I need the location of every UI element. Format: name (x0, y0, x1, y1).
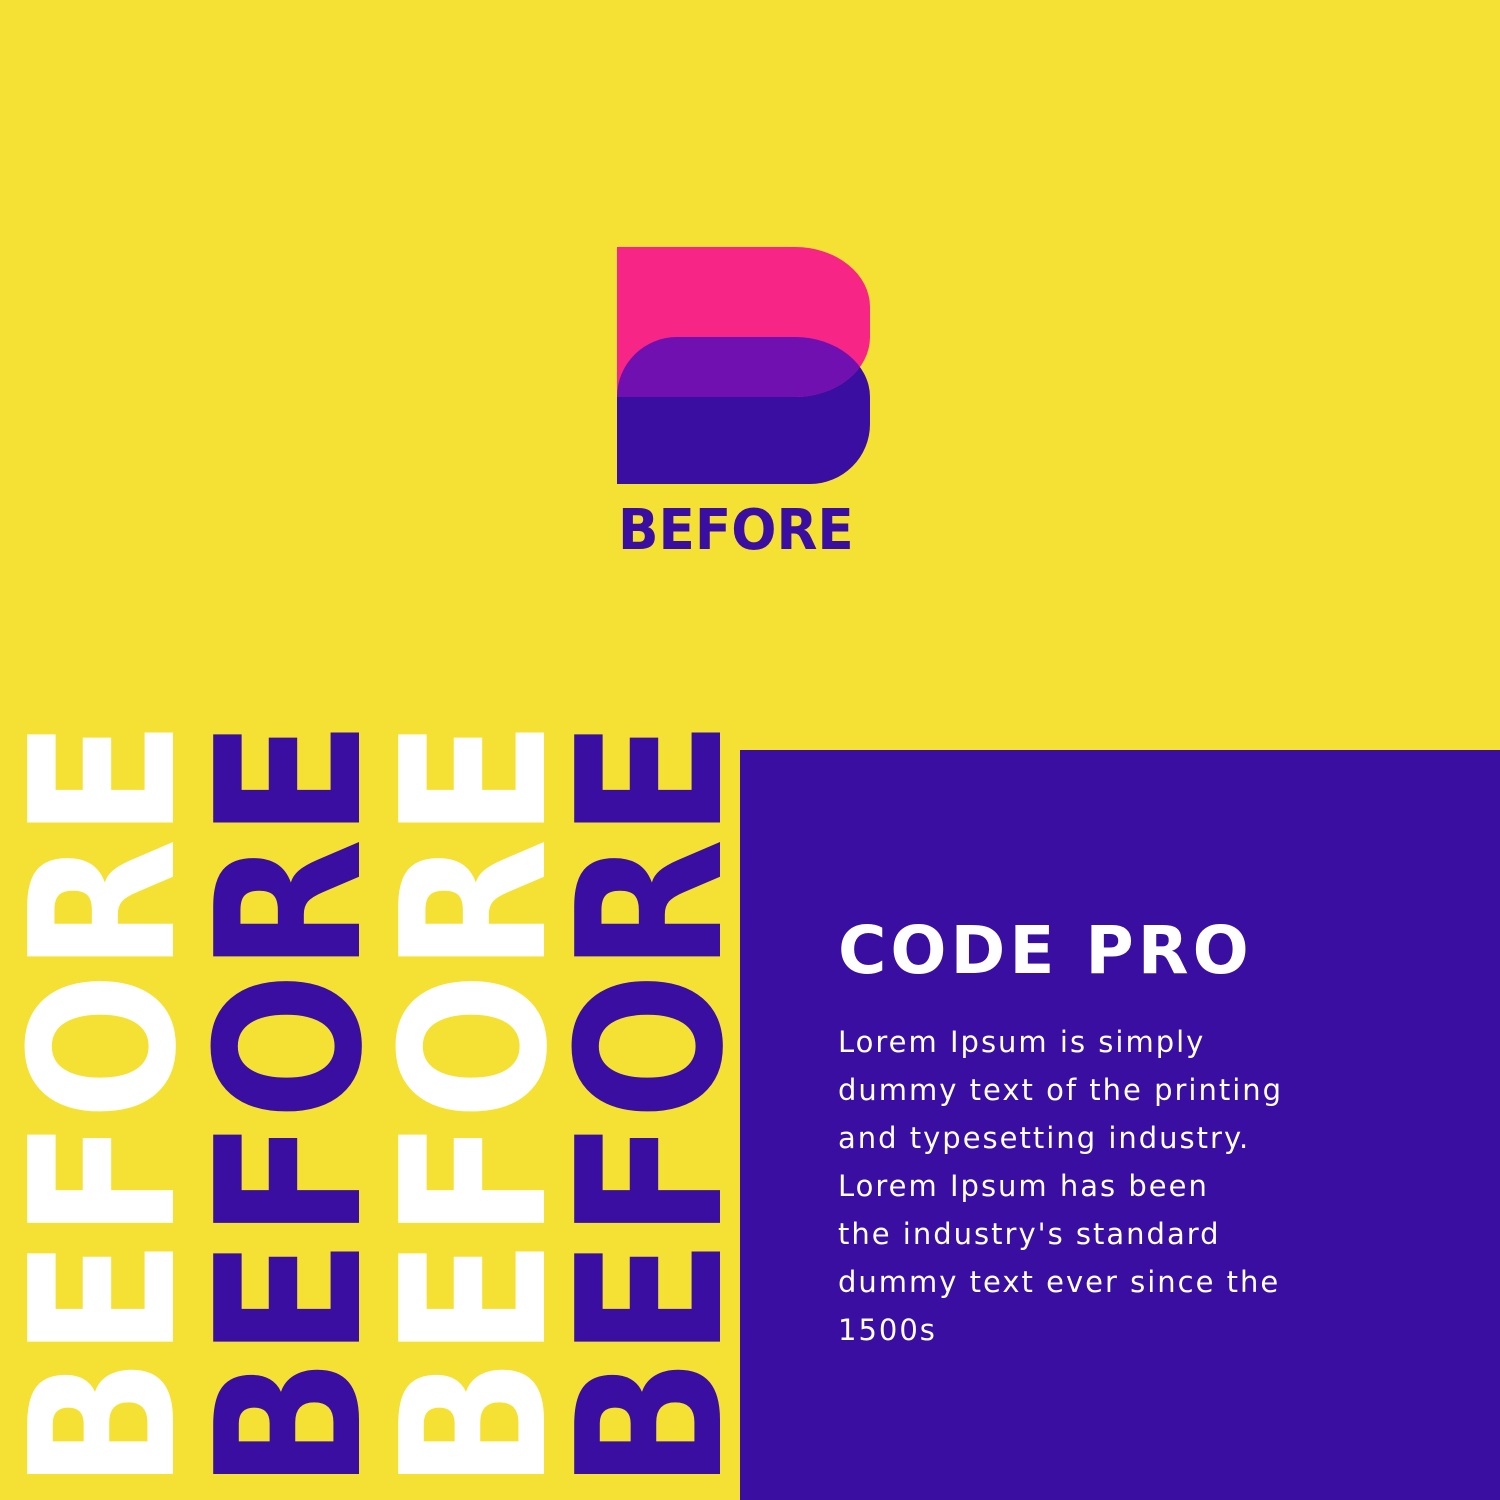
body-line: 1500s (838, 1313, 937, 1347)
before-logo-mark (617, 247, 870, 484)
body-line: dummy text ever since the (838, 1265, 1281, 1299)
body-line: Lorem Ipsum is simply (838, 1025, 1206, 1059)
vertical-word-2: BEFORE (174, 719, 407, 1490)
body-line: dummy text of the printing (838, 1073, 1284, 1107)
body-line: the industry's standard (838, 1217, 1221, 1251)
vertical-word-4: BEFORE (535, 719, 768, 1490)
body-line: and typesetting industry. (838, 1121, 1251, 1155)
brand-name: BEFORE (618, 498, 854, 563)
panel-body: Lorem Ipsum is simply dummy text of the … (838, 1018, 1418, 1354)
panel-title: CODE PRO (838, 912, 1253, 989)
body-line: Lorem Ipsum has been (838, 1169, 1209, 1203)
vertical-word-3: BEFORE (359, 719, 592, 1490)
vertical-word-1: BEFORE (0, 719, 221, 1490)
